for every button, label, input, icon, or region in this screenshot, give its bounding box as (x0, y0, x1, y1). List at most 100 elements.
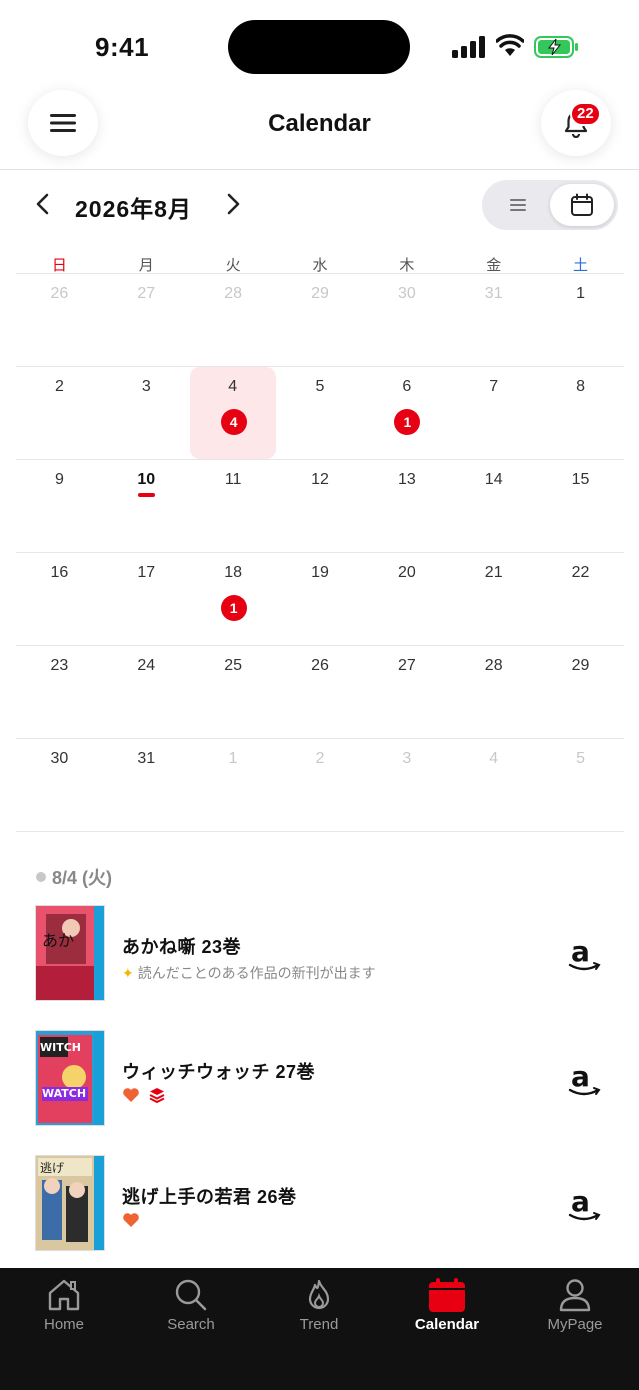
calendar-day-cell[interactable]: 30 (363, 274, 450, 366)
day-number: 14 (484, 471, 503, 488)
tab-label: Trend (299, 1316, 339, 1333)
calendar-day-cell[interactable]: 5 (277, 367, 364, 459)
calendar-week-row: 26 27 28 29 30 31 1 (16, 274, 624, 367)
calendar-day-cell[interactable]: 8 (537, 367, 624, 459)
calendar-day-cell[interactable]: 22 (537, 553, 624, 645)
previous-month-button[interactable] (32, 192, 54, 216)
calendar-day-cell[interactable]: 61 (363, 367, 450, 459)
day-number: 11 (224, 471, 242, 488)
calendar-icon (571, 193, 593, 216)
day-number: 26 (50, 285, 69, 302)
date-dot (36, 872, 46, 882)
calendar-day-cell[interactable]: 11 (190, 460, 277, 552)
calendar-day-cell[interactable]: 7 (450, 367, 537, 459)
weekday-label: 月 (138, 257, 154, 274)
weekday-label: 日 (51, 257, 67, 274)
tab-mypage[interactable]: MyPage (511, 1278, 639, 1348)
day-number: 28 (484, 657, 503, 674)
calendar-day-cell[interactable]: 29 (277, 274, 364, 366)
release-count-badge: 1 (394, 409, 421, 435)
day-number: 17 (137, 564, 156, 581)
battery-charging-icon (534, 36, 578, 58)
release-item[interactable]: 逃げ 逃げ上手の若君 26巻 a (0, 1155, 639, 1255)
release-date-heading: 8/4 (火) (36, 864, 112, 890)
calendar-day-cell[interactable]: 28 (450, 646, 537, 738)
day-number: 16 (50, 564, 69, 581)
calendar-day-cell[interactable]: 31 (450, 274, 537, 366)
view-toggle (482, 180, 618, 230)
calendar-week-row: 2344 5 6178 (16, 367, 624, 460)
calendar-day-cell[interactable]: 1 (190, 739, 277, 831)
calendar-day-cell[interactable]: 5 (537, 739, 624, 831)
wifi-icon (496, 34, 524, 56)
calendar-day-cell[interactable]: 2 (16, 367, 103, 459)
next-month-button[interactable] (222, 192, 244, 216)
day-number: 1 (576, 285, 586, 302)
day-number: 20 (397, 564, 416, 581)
calendar-day-cell[interactable]: 21 (450, 553, 537, 645)
calendar-day-cell[interactable]: 3 (363, 739, 450, 831)
list-view-button[interactable] (496, 185, 540, 225)
tab-home[interactable]: Home (0, 1278, 128, 1348)
weekday-label: 金 (486, 257, 502, 274)
calendar-week-row: 9 10 11 12 13 14 15 (16, 460, 624, 553)
calendar-grid: 26 27 28 29 30 31 1 2 3 4 4 5 6 1 7 8 9 10 11 12 13 14 15 16 17 1… (16, 274, 624, 832)
amazon-icon[interactable]: a (566, 935, 602, 975)
release-count-badge: 1 (220, 595, 247, 621)
tab-label: Home (43, 1316, 84, 1333)
day-number: 3 (402, 750, 412, 767)
day-number: 10 (137, 471, 156, 488)
tab-label: Calendar (414, 1316, 480, 1333)
calendar-day-cell[interactable]: 28 (190, 274, 277, 366)
day-number: 5 (315, 378, 325, 395)
day-number: 31 (137, 750, 156, 767)
calendar-day-cell[interactable]: 3 (103, 367, 190, 459)
calendar-day-cell[interactable]: 12 (277, 460, 364, 552)
weekday-label: 土 (573, 257, 589, 274)
search-icon (175, 1279, 207, 1311)
calendar-day-cell[interactable]: 9 (16, 460, 103, 552)
calendar-day-cell[interactable]: 23 (16, 646, 103, 738)
calendar-day-cell[interactable]: 2 (277, 739, 364, 831)
calendar-icon (429, 1278, 465, 1312)
calendar-day-cell[interactable]: 10 (103, 460, 190, 552)
calendar-day-cell[interactable]: 18 1 (190, 553, 277, 645)
cellular-signal-icon (452, 36, 485, 58)
tab-bar: Home Search Trend Calendar MyPage (0, 1268, 639, 1390)
tab-trend[interactable]: Trend (255, 1278, 383, 1348)
release-title: 逃げ上手の若君 26巻 (122, 1187, 297, 1207)
calendar-day-cell[interactable]: 25 (190, 646, 277, 738)
calendar-day-cell[interactable]: 17 (103, 553, 190, 645)
release-title: ウィッチウォッチ 27巻 (122, 1062, 316, 1082)
calendar-day-cell[interactable]: 27 (103, 274, 190, 366)
calendar-day-cell[interactable]: 29 (537, 646, 624, 738)
day-number: 29 (571, 657, 590, 674)
calendar-day-cell[interactable]: 30 (16, 739, 103, 831)
calendar-day-cell[interactable]: 19 (277, 553, 364, 645)
day-number: 12 (311, 471, 329, 488)
day-number: 18 (224, 564, 243, 581)
calendar-day-cell[interactable]: 15 (537, 460, 624, 552)
calendar-view-button[interactable] (550, 184, 614, 226)
calendar-day-cell[interactable]: 26 (277, 646, 364, 738)
amazon-icon[interactable]: a (566, 1060, 602, 1100)
calendar-day-cell[interactable]: 26 (16, 274, 103, 366)
day-number: 22 (571, 564, 590, 581)
calendar-day-cell[interactable]: 13 (363, 460, 450, 552)
tab-calendar[interactable]: Calendar (383, 1278, 511, 1348)
amazon-icon[interactable]: a (566, 1185, 602, 1225)
day-number: 4 (489, 750, 499, 767)
tab-search[interactable]: Search (127, 1278, 255, 1348)
calendar-day-cell[interactable]: 24 (103, 646, 190, 738)
calendar-day-cell[interactable]: 16 (16, 553, 103, 645)
day-number: 1 (228, 750, 238, 767)
calendar-day-cell[interactable]: 20 (363, 553, 450, 645)
calendar-day-cell[interactable]: 14 (450, 460, 537, 552)
calendar-day-cell[interactable]: 4 (450, 739, 537, 831)
calendar-day-cell[interactable]: 1 (537, 274, 624, 366)
release-item[interactable]: あか あかね噺 23巻 ✦ 読んだことのある作品の新刊が出ます a (0, 905, 639, 1005)
calendar-day-cell[interactable]: 31 (103, 739, 190, 831)
release-item[interactable]: WITCH WATCH ウィッチウォッチ 27巻 a (0, 1030, 639, 1130)
calendar-day-cell[interactable]: 44 (189, 367, 276, 459)
calendar-day-cell[interactable]: 27 (363, 646, 450, 738)
